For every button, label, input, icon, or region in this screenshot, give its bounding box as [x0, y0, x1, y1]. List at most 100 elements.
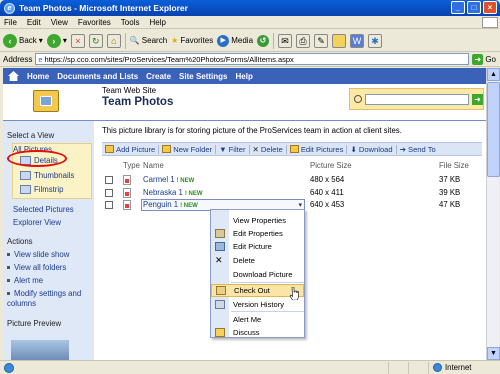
menu-file[interactable]: File: [4, 18, 17, 27]
row-checkbox[interactable]: [105, 176, 113, 184]
search-input[interactable]: [365, 93, 469, 105]
menu-edit[interactable]: Edit: [27, 18, 41, 27]
discuss-icon[interactable]: [332, 33, 347, 48]
menu-help[interactable]: Help: [149, 18, 165, 27]
nav-documents-and-lists[interactable]: Documents and Lists: [57, 72, 138, 81]
menu-favorites[interactable]: Favorites: [78, 18, 111, 27]
research-icon[interactable]: ✱: [368, 33, 383, 48]
action-view-slide-show[interactable]: View slide show: [3, 250, 69, 259]
page-icon: e: [38, 54, 43, 64]
new-folder-button[interactable]: New Folder: [159, 144, 217, 154]
add-picture-icon: [105, 145, 114, 153]
delete-button[interactable]: ✕ Delete: [250, 144, 287, 154]
minimize-button[interactable]: _: [451, 1, 465, 14]
refresh-icon[interactable]: ↻: [88, 33, 103, 48]
view-filmstrip[interactable]: Filmstrip: [20, 185, 63, 194]
row-checkbox[interactable]: [105, 189, 113, 197]
nav-site-settings[interactable]: Site Settings: [179, 72, 227, 81]
menu-edit-picture[interactable]: Edit Picture: [211, 240, 304, 253]
star-icon: ★: [171, 36, 179, 45]
print-icon[interactable]: ⎙: [296, 33, 311, 48]
close-button[interactable]: ×: [483, 1, 497, 14]
page-content: Home Documents and Lists Create Site Set…: [3, 68, 486, 360]
edit-picture-icon: [215, 242, 225, 251]
left-navigation: Select a View All Pictures Details Thumb…: [3, 121, 94, 360]
view-explorer[interactable]: Explorer View: [13, 218, 61, 227]
menu-tools[interactable]: Tools: [121, 18, 140, 27]
picture-library-icon: [33, 90, 59, 112]
messenger-icon[interactable]: W: [350, 33, 365, 48]
search-button[interactable]: 🔍 Search: [130, 32, 167, 50]
search-icon: 🔍: [129, 36, 140, 45]
item-context-menu: View Properties Edit Properties Edit Pic…: [210, 209, 305, 338]
menu-view-properties[interactable]: View Properties: [211, 214, 304, 227]
nav-create[interactable]: Create: [146, 72, 171, 81]
filter-button[interactable]: ▼ Filter: [216, 144, 250, 154]
picture-preview-heading: Picture Preview: [7, 319, 62, 328]
row-file-size: 47 KB: [439, 200, 461, 209]
download-icon: ⬇: [350, 144, 357, 154]
action-alert-me[interactable]: Alert me: [3, 276, 43, 285]
nav-home[interactable]: Home: [27, 72, 49, 81]
menu-alert-me[interactable]: Alert Me: [211, 313, 304, 326]
menu-discuss[interactable]: Discuss: [211, 326, 304, 339]
actions-heading: Actions: [7, 237, 33, 246]
edit-pictures-icon: [289, 145, 299, 153]
image-file-icon: [123, 200, 131, 210]
row-name[interactable]: Carmel 1! NEW: [143, 175, 194, 184]
forward-button[interactable]: › ▾: [46, 32, 67, 50]
search-go-button[interactable]: ➜: [472, 93, 483, 105]
home-icon[interactable]: ⌂: [106, 33, 121, 48]
windows-logo-icon: [482, 17, 498, 28]
row-file-size: 39 KB: [439, 188, 461, 197]
select-view-heading: Select a View: [7, 131, 55, 140]
search-area: ➜: [349, 88, 484, 110]
delete-icon: ✕: [252, 144, 259, 154]
menu-view[interactable]: View: [51, 18, 68, 27]
back-button[interactable]: ‹ Back ▾: [3, 32, 43, 50]
action-modify-settings[interactable]: Modify settings and columns: [3, 289, 91, 309]
add-picture-button[interactable]: Add Picture: [102, 144, 160, 154]
check-out-icon: [216, 286, 226, 295]
row-name[interactable]: Nebraska 1! NEW: [143, 188, 203, 197]
row-name[interactable]: Penguin 1! NEW: [143, 200, 198, 209]
view-thumbnails[interactable]: Thumbnails: [20, 171, 74, 180]
column-type[interactable]: Type: [123, 161, 140, 170]
window-title: Team Photos - Microsoft Internet Explore…: [19, 3, 188, 13]
maximize-button[interactable]: □: [467, 1, 481, 14]
hand-cursor-icon: [289, 287, 299, 300]
site-subtitle: Team Web Site: [102, 86, 157, 95]
address-input[interactable]: e https://sp.cco.com/sites/ProServices/T…: [35, 53, 470, 65]
edit-icon[interactable]: ✎: [314, 33, 329, 48]
column-file-size[interactable]: File Size: [439, 161, 469, 170]
scroll-thumb[interactable]: [487, 82, 500, 177]
download-button[interactable]: ⬇ Download: [347, 144, 397, 154]
browser-toolbar: ‹ Back ▾ › ▾ × ↻ ⌂ 🔍 Search ★ Favorites ▶ …: [0, 30, 500, 52]
menu-edit-properties[interactable]: Edit Properties: [211, 227, 304, 240]
menu-download-picture[interactable]: Download Picture: [211, 268, 304, 281]
nav-help[interactable]: Help: [236, 72, 253, 81]
scroll-up-arrow-icon[interactable]: ▲: [487, 68, 500, 81]
ie-logo-icon: e: [4, 2, 15, 14]
scroll-down-arrow-icon[interactable]: ▼: [487, 347, 500, 360]
action-view-all-folders[interactable]: View all folders: [3, 263, 66, 272]
vertical-scrollbar[interactable]: ▲ ▼: [486, 68, 500, 360]
row-checkbox[interactable]: [105, 201, 113, 209]
media-button[interactable]: ▶ Media: [217, 32, 253, 50]
history-icon[interactable]: ↺: [257, 34, 270, 47]
internet-zone-icon: [433, 363, 442, 372]
view-selected-pictures[interactable]: Selected Pictures: [13, 205, 74, 214]
mail-icon[interactable]: ✉: [278, 33, 293, 48]
chevron-down-icon[interactable]: ▾: [298, 201, 302, 209]
row-file-size: 37 KB: [439, 175, 461, 184]
row-picture-size: 640 x 411: [310, 188, 344, 197]
send-to-button[interactable]: ➔ Send To: [397, 145, 439, 154]
favorites-button[interactable]: ★ Favorites: [171, 32, 213, 50]
folder-icon: [162, 145, 172, 153]
column-picture-size[interactable]: Picture Size: [310, 161, 352, 170]
column-name[interactable]: Name: [143, 161, 164, 170]
menu-delete[interactable]: ✕ Delete: [211, 254, 304, 267]
stop-icon[interactable]: ×: [70, 33, 85, 48]
go-button[interactable]: ➜ Go: [472, 53, 500, 65]
edit-pictures-button[interactable]: Edit Pictures: [287, 144, 348, 154]
